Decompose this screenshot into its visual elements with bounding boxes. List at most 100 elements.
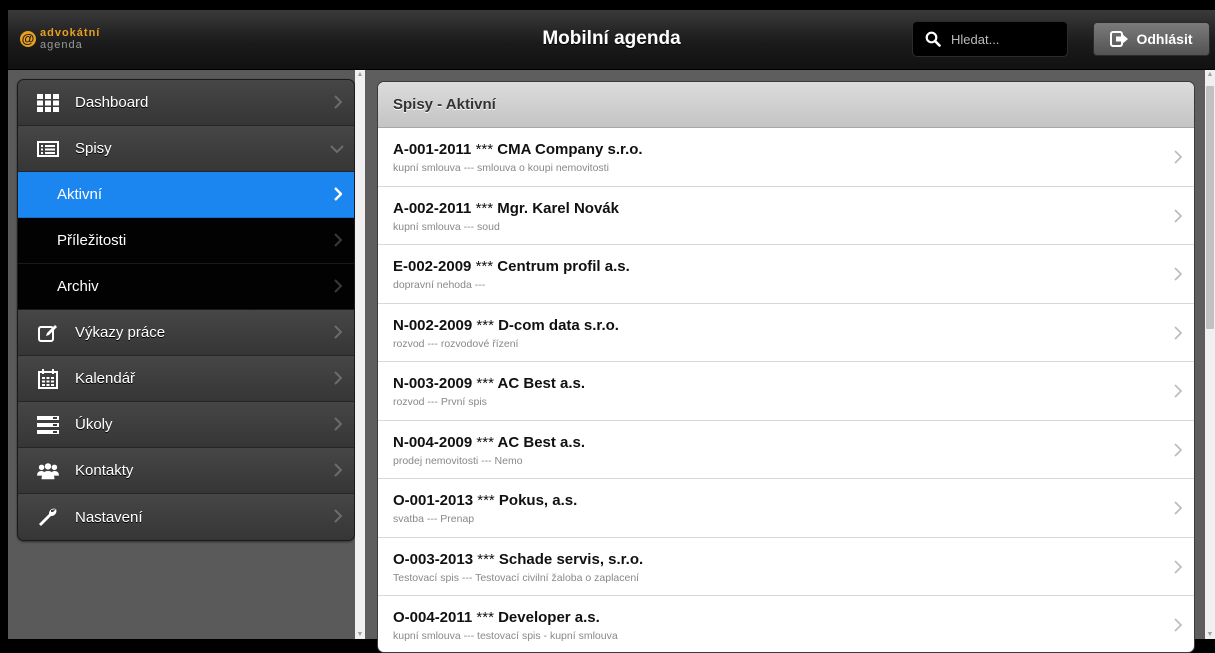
client-name: Developer a.s. xyxy=(498,609,600,626)
chevron-right-icon xyxy=(334,95,342,109)
sidebar-item-label: Úkoly xyxy=(75,416,113,433)
file-code: N-002-2009 xyxy=(393,316,473,334)
sidebar-item-label: Výkazy práce xyxy=(75,324,166,341)
list-item[interactable]: O-004-2011 *** Developer a.s. kupní smlou… xyxy=(378,596,1194,652)
list-item-title: A-002-2011 *** Mgr. Karel Novák xyxy=(393,200,1194,217)
sidebar-scrollbar[interactable]: ▲ ▼ xyxy=(355,70,365,639)
list-item[interactable]: A-001-2011 *** CMA Company s.r.o. kupní s… xyxy=(378,128,1194,187)
sidebar-item-kontakty[interactable]: Kontakty xyxy=(18,448,354,494)
list-item[interactable]: O-001-2013 *** Pokus, a.s. svatba --- Pre… xyxy=(378,479,1194,538)
list-item-title: A-001-2011 *** CMA Company s.r.o. xyxy=(393,141,1194,158)
edit-icon xyxy=(37,322,59,344)
sidebar-item-ukoly[interactable]: Úkoly xyxy=(18,402,354,448)
sidebar-item-vykazy-prace[interactable]: Výkazy práce xyxy=(18,310,354,356)
list-item-title: N-002-2009 *** D-com data s.r.o. xyxy=(393,317,1194,334)
sidebar-item-label: Kontakty xyxy=(75,462,134,479)
search-box[interactable] xyxy=(912,21,1068,57)
file-code: E-002-2009 xyxy=(393,258,472,275)
chevron-right-icon xyxy=(1174,150,1182,164)
logo-line2: agenda xyxy=(40,39,83,51)
app-logo[interactable]: @ advokátní agenda xyxy=(20,26,100,52)
sidebar-item-label: Nastavení xyxy=(75,508,143,526)
chevron-right-icon xyxy=(1174,618,1182,632)
chevron-right-icon xyxy=(334,371,342,385)
chevron-right-icon xyxy=(334,509,342,523)
list-item[interactable]: N-003-2009 *** AC Best a.s. rozvod --- Pr… xyxy=(378,362,1194,421)
sidebar-item-label: Aktivní xyxy=(57,186,103,203)
chevron-right-icon xyxy=(334,187,342,201)
list-item-subtitle: rozvod --- První spis xyxy=(393,396,487,408)
chevron-right-icon xyxy=(334,279,342,293)
sidebar-item-label: Spisy xyxy=(75,140,112,157)
file-code: O-004-2011 xyxy=(393,609,473,626)
list-card-icon xyxy=(37,138,59,160)
logout-label: Odhlásit xyxy=(1136,31,1193,47)
tasks-icon xyxy=(37,414,59,436)
contacts-icon xyxy=(37,460,59,482)
sidebar-item-aktivni[interactable]: Aktivní xyxy=(18,172,354,218)
sidebar-item-prilezitosti[interactable]: Příležitosti xyxy=(18,218,354,264)
sidebar-item-label: Archiv xyxy=(57,278,99,295)
sidebar-item-archiv[interactable]: Archiv xyxy=(18,264,354,310)
file-code: N-004-2009 xyxy=(393,433,473,451)
chevron-right-icon xyxy=(1174,442,1182,457)
list-item-title: O-003-2013 *** Schade servis, s.r.o. xyxy=(393,551,1194,568)
list-item-subtitle: kupní smlouva --- smlouva o koupi nemovi… xyxy=(393,162,609,174)
list-item-subtitle: kupní smlouva --- soud xyxy=(393,220,500,233)
list-item[interactable]: N-002-2009 *** D-com data s.r.o. rozvod -… xyxy=(378,304,1194,362)
client-name: AC Best a.s. xyxy=(497,433,586,451)
chevron-right-icon xyxy=(1174,208,1182,223)
chevron-right-icon xyxy=(1174,325,1182,340)
sidebar-item-kalendar[interactable]: Kalendář xyxy=(18,356,354,402)
chevron-right-icon xyxy=(334,325,342,339)
logout-button[interactable]: Odhlásit xyxy=(1093,22,1210,56)
client-name: Schade servis, s.r.o. xyxy=(498,550,644,568)
list-item-title: O-004-2011 *** Developer a.s. xyxy=(393,609,1194,626)
scroll-up-arrow-icon[interactable]: ▲ xyxy=(355,71,365,78)
separator-stars: *** xyxy=(475,258,494,275)
file-code: A-001-2011 xyxy=(393,141,472,158)
scrollbar-thumb[interactable] xyxy=(1206,86,1214,329)
chevron-right-icon xyxy=(1174,384,1182,398)
scroll-up-arrow-icon[interactable]: ▲ xyxy=(1205,71,1215,78)
sidebar-item-spisy[interactable]: Spisy xyxy=(18,126,354,172)
search-input[interactable] xyxy=(949,30,1063,48)
list-item-subtitle: Testovací spis --- Testovací civilní žal… xyxy=(393,571,640,584)
logo-at-icon: @ xyxy=(20,31,36,47)
chevron-right-icon xyxy=(334,233,342,247)
chevron-down-icon xyxy=(330,145,344,153)
file-code: N-003-2009 xyxy=(393,375,473,392)
logo-line1: advokátní xyxy=(40,27,101,39)
sidebar-item-label: Příležitosti xyxy=(57,232,127,249)
wrench-icon xyxy=(37,506,59,528)
separator-stars: *** xyxy=(475,141,494,158)
sidebar-item-label: Kalendář xyxy=(75,370,136,387)
sidebar-menu: Dashboard Spisy Aktivní Příležitosti Arc… xyxy=(17,79,355,541)
sidebar: Dashboard Spisy Aktivní Příležitosti Arc… xyxy=(8,70,363,639)
header-bar: @ advokátní agenda Mobilní agenda Odhlás… xyxy=(8,10,1215,70)
list-item-title: N-003-2009 *** AC Best a.s. xyxy=(393,375,1194,392)
separator-stars: *** xyxy=(476,433,494,451)
main-content: Spisy - Aktivní A-001-2011 *** CMA Compa… xyxy=(365,70,1215,653)
main-scrollbar[interactable]: ▲ ▼ xyxy=(1205,70,1215,639)
separator-stars: *** xyxy=(475,199,494,217)
list-item[interactable]: E-002-2009 *** Centrum profil a.s. doprav… xyxy=(378,245,1194,304)
client-name: Mgr. Karel Novák xyxy=(497,199,619,217)
client-name: AC Best a.s. xyxy=(497,375,586,392)
sidebar-item-label: Dashboard xyxy=(75,94,149,111)
chevron-right-icon xyxy=(334,417,342,431)
separator-stars: *** xyxy=(477,550,495,568)
sidebar-item-nastaveni[interactable]: Nastavení xyxy=(18,494,354,540)
list-item[interactable]: A-002-2011 *** Mgr. Karel Novák kupní sml… xyxy=(378,187,1194,245)
scroll-down-arrow-icon[interactable]: ▼ xyxy=(355,631,365,638)
client-name: Pokus, a.s. xyxy=(498,492,578,509)
file-list: Spisy - Aktivní A-001-2011 *** CMA Compa… xyxy=(377,81,1195,653)
list-header: Spisy - Aktivní xyxy=(378,82,1194,128)
chevron-right-icon xyxy=(1174,559,1182,574)
sidebar-item-dashboard[interactable]: Dashboard xyxy=(18,80,354,126)
list-item[interactable]: N-004-2009 *** AC Best a.s. prodej nemovi… xyxy=(378,421,1194,479)
scroll-down-arrow-icon[interactable]: ▼ xyxy=(1205,631,1215,638)
file-code: O-001-2013 xyxy=(393,492,474,509)
list-item-title: O-001-2013 *** Pokus, a.s. xyxy=(393,492,1194,509)
list-item[interactable]: O-003-2013 *** Schade servis, s.r.o. Test… xyxy=(378,538,1194,596)
